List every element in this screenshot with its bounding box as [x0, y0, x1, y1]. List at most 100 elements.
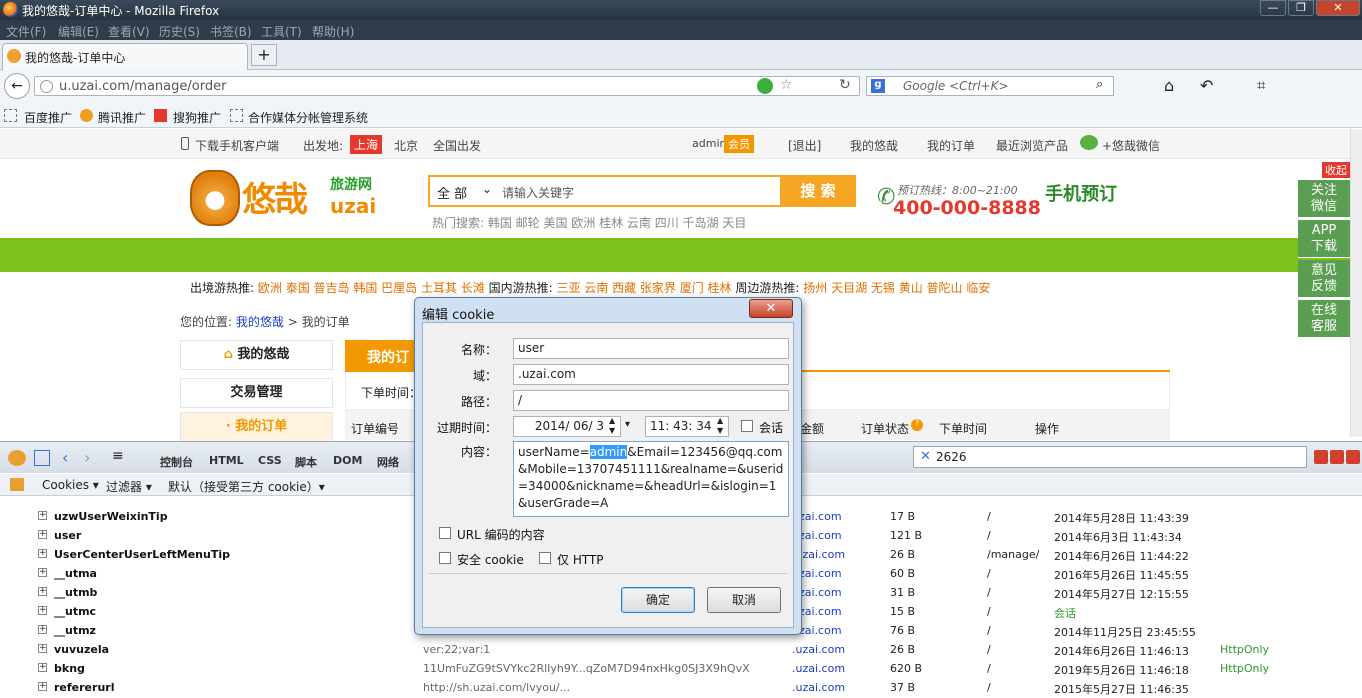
go-icon[interactable] [757, 78, 773, 94]
depart-selected[interactable]: 上海 [350, 135, 383, 154]
fb-filter-input[interactable]: ✕ 2626 [913, 446, 1307, 468]
depart-all[interactable]: 全国出发 [433, 137, 481, 154]
bookmark-sogou[interactable]: 搜狗推广 [173, 109, 221, 126]
search-bar[interactable]: g Google <Ctrl+K> ⌕ [866, 76, 1114, 96]
menu-view[interactable]: 查看(V) [108, 23, 150, 40]
fb-minimize-icon[interactable] [1314, 450, 1328, 464]
side-my-orders[interactable]: · 我的订单 [180, 412, 333, 442]
close-window-button[interactable]: ✕ [1316, 0, 1360, 16]
side-my-uzai[interactable]: ⌂ 我的悠哉 [180, 340, 333, 370]
ok-button[interactable]: 确定 [621, 587, 695, 613]
domain-field[interactable]: .uzai.com [513, 364, 789, 385]
fb-tab-dom[interactable]: DOM [333, 454, 362, 467]
star-icon[interactable]: ☆ [780, 77, 793, 93]
bookmark-tencent[interactable]: 腾讯推广 [98, 109, 146, 126]
maximize-button[interactable]: ❐ [1288, 0, 1314, 16]
search-category[interactable]: 全 部 [437, 183, 467, 202]
my-uzai-link[interactable]: 我的悠哉 [850, 137, 898, 154]
menu-list-icon[interactable]: ≡ [112, 448, 124, 464]
expand-icon[interactable]: + [38, 625, 47, 634]
logout-link[interactable]: [退出] [788, 137, 821, 154]
online-service[interactable]: 在线 客服 [1298, 300, 1350, 338]
filter-menu[interactable]: 过滤器 ▾ [106, 478, 152, 495]
expand-icon[interactable]: + [38, 644, 47, 653]
undo-icon[interactable]: ↶ [1200, 76, 1213, 95]
fb-tab-console[interactable]: 控制台 [160, 454, 193, 470]
new-tab-button[interactable]: + [251, 44, 277, 66]
calendar-dropdown-icon[interactable]: ▾ [625, 419, 630, 430]
depart-beijing[interactable]: 北京 [394, 137, 418, 154]
expires-date-field[interactable]: 2014/ 06/ 3 [513, 416, 621, 437]
name-field[interactable]: user [513, 338, 789, 359]
menu-tools[interactable]: 工具(T) [261, 23, 302, 40]
fb-tab-html[interactable]: HTML [209, 454, 244, 467]
url-bar[interactable]: u.uzai.com/manage/order ☆ ↻ [34, 76, 860, 96]
outbound-links[interactable]: 欧洲 泰国 普吉岛 韩国 巴厘岛 土耳其 长滩 [258, 281, 485, 295]
bookmark-baidu[interactable]: 百度推广 [24, 109, 72, 126]
cancel-button[interactable]: 取消 [707, 587, 781, 613]
nearby-links[interactable]: 扬州 天目湖 无锡 黄山 普陀山 临安 [803, 281, 990, 295]
expand-icon[interactable]: + [38, 511, 47, 520]
prev-icon[interactable]: ‹ [62, 448, 68, 467]
expand-icon[interactable]: + [38, 587, 47, 596]
menu-history[interactable]: 历史(S) [159, 23, 200, 40]
dialog-close-button[interactable]: ✕ [749, 299, 793, 318]
download-app-link[interactable]: 下载手机客户端 [195, 137, 279, 154]
default-policy-menu[interactable]: 默认（接受第三方 cookie）▾ [168, 478, 325, 495]
domestic-links[interactable]: 三亚 云南 西藏 张家界 厦门 桂林 [556, 281, 731, 295]
hot-search[interactable]: 热门搜索: 韩国 邮轮 美国 欧洲 桂林 云南 四川 千岛湖 天目 [432, 214, 746, 231]
crop-icon[interactable]: ⌗ [1257, 76, 1265, 94]
home-icon[interactable]: ⌂ [1164, 76, 1174, 95]
follow-wechat[interactable]: 关注 微信 [1298, 180, 1350, 218]
search-icon[interactable]: ⌕ [1096, 77, 1103, 92]
reload-icon[interactable]: ↻ [839, 77, 851, 93]
feedback[interactable]: 意见 反馈 [1298, 260, 1350, 298]
expand-icon[interactable]: + [38, 682, 47, 691]
time-spin-icon[interactable]: ▲ ▼ [717, 416, 723, 436]
expand-icon[interactable]: + [38, 549, 47, 558]
expand-icon[interactable]: + [38, 568, 47, 577]
expand-icon[interactable]: + [38, 530, 47, 539]
path-field[interactable]: / [513, 390, 789, 411]
next-icon[interactable]: › [84, 448, 90, 467]
side-trade[interactable]: 交易管理 [180, 378, 333, 408]
minimize-button[interactable]: — [1260, 0, 1286, 16]
fb-tab-css[interactable]: CSS [258, 454, 282, 467]
fb-tab-net[interactable]: 网络 [377, 454, 399, 470]
cookies-menu[interactable]: Cookies ▾ [42, 478, 99, 492]
my-orders-link[interactable]: 我的订单 [927, 137, 975, 154]
site-search-button[interactable]: 搜 索 [780, 175, 856, 207]
bookmark-media[interactable]: 合作媒体分帐管理系统 [248, 109, 368, 126]
fb-close-icon[interactable] [1346, 450, 1360, 464]
orders-tab[interactable]: 我的订 [345, 340, 425, 372]
firebug-icon[interactable] [8, 450, 26, 466]
url-encode-checkbox[interactable] [439, 527, 451, 539]
secure-checkbox[interactable] [439, 552, 451, 564]
fb-detach-icon[interactable] [1330, 450, 1344, 464]
page-scrollbar[interactable] [1350, 129, 1362, 437]
menu-file[interactable]: 文件(F) [6, 23, 46, 40]
session-checkbox[interactable] [741, 420, 753, 432]
tab-active[interactable]: 我的悠哉-订单中心 [2, 43, 248, 70]
date-spin-icon[interactable]: ▲ ▼ [609, 416, 615, 436]
cookie-row[interactable]: + bkng 11UmFuZG9tSVYkc2RlIyh9Y...qZoM7D94n… [0, 660, 1350, 679]
help-icon[interactable]: ? [911, 419, 923, 431]
app-download[interactable]: APP 下载 [1298, 220, 1350, 258]
collapse-button[interactable]: 收起 [1322, 162, 1350, 178]
app-booking[interactable]: 手机预订 [1045, 180, 1117, 206]
http-only-checkbox[interactable] [539, 552, 551, 564]
breadcrumb-home[interactable]: 我的悠哉 [236, 315, 284, 329]
inspect-icon[interactable] [34, 450, 50, 466]
expand-icon[interactable]: + [38, 606, 47, 615]
expand-icon[interactable]: + [38, 663, 47, 672]
fb-tab-script[interactable]: 脚本 [295, 454, 317, 470]
wechat-link[interactable]: +悠哉微信 [1102, 137, 1160, 154]
recent-link[interactable]: 最近浏览产品 [996, 137, 1068, 154]
clear-icon[interactable]: ✕ [920, 449, 931, 464]
menu-bookmarks[interactable]: 书签(B) [210, 23, 252, 40]
menu-help[interactable]: 帮助(H) [312, 23, 354, 40]
cookie-row[interactable]: + vuvuzela ver:22;var:1 .uzai.com 26 B / 2014年… [0, 641, 1350, 660]
menu-edit[interactable]: 编辑(E) [58, 23, 99, 40]
content-textarea[interactable]: userName=admin&Email=123456@qq.com&Mobil… [513, 441, 789, 517]
back-button[interactable]: ← [4, 73, 30, 99]
